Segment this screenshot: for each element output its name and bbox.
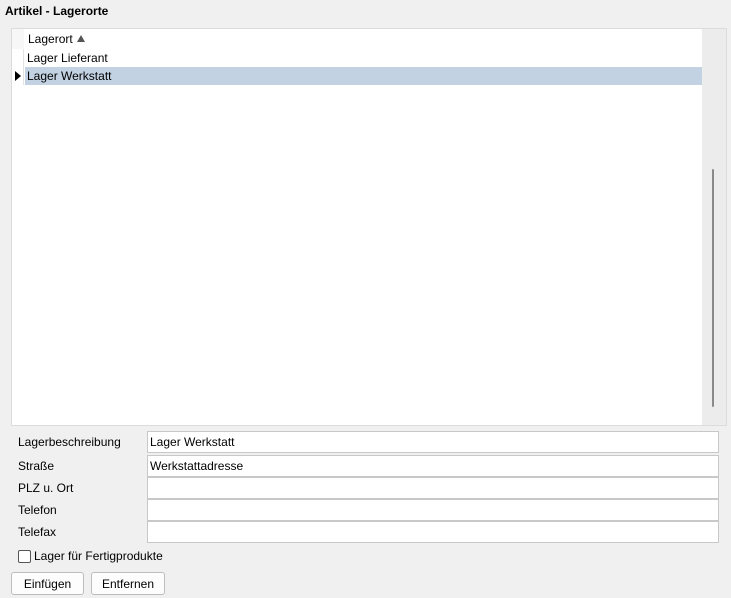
- column-header-label: Lagerort: [28, 32, 73, 46]
- telefon-input[interactable]: [147, 499, 719, 521]
- window-title: Artikel - Lagerorte: [5, 4, 109, 18]
- strasse-input[interactable]: [147, 455, 719, 477]
- table-row[interactable]: Lager Werkstatt: [12, 67, 702, 85]
- telefax-input[interactable]: [147, 521, 719, 543]
- telefon-row: Telefon: [18, 499, 719, 521]
- scrollbar-thumb[interactable]: [712, 169, 714, 407]
- plz-ort-label: PLZ u. Ort: [18, 481, 74, 495]
- strasse-label: Straße: [18, 459, 55, 473]
- row-cell-lagerort[interactable]: Lager Lieferant: [25, 49, 702, 67]
- telefon-label: Telefon: [18, 503, 57, 517]
- row-indicator[interactable]: [12, 67, 24, 85]
- lagerorte-grid[interactable]: Lagerort Lager Lieferant Lager Werkstatt: [11, 28, 727, 426]
- row-indicator[interactable]: [12, 49, 24, 67]
- entfernen-button[interactable]: Entfernen: [91, 572, 165, 595]
- column-header-lagerort[interactable]: Lagerort: [25, 29, 702, 49]
- vertical-scrollbar[interactable]: [702, 29, 726, 425]
- lagerbeschreibung-input[interactable]: [147, 431, 719, 453]
- current-row-arrow-icon: [14, 71, 21, 81]
- table-row[interactable]: Lager Lieferant: [12, 49, 702, 67]
- row-indicator-header: [12, 29, 24, 49]
- row-cell-lagerort[interactable]: Lager Werkstatt: [25, 67, 702, 85]
- einfuegen-button[interactable]: Einfügen: [11, 572, 84, 595]
- grid-header: Lagerort: [12, 29, 702, 49]
- strasse-row: Straße: [18, 455, 719, 477]
- telefax-label: Telefax: [18, 525, 57, 539]
- lagerbeschreibung-label: Lagerbeschreibung: [18, 435, 121, 449]
- plz-ort-input[interactable]: [147, 477, 719, 499]
- fertigprodukte-checkbox-row[interactable]: Lager für Fertigprodukte: [18, 548, 163, 564]
- sort-ascending-icon: [76, 34, 85, 42]
- lagerbeschreibung-row: Lagerbeschreibung: [18, 431, 719, 453]
- fertigprodukte-label[interactable]: Lager für Fertigprodukte: [34, 549, 163, 563]
- telefax-row: Telefax: [18, 521, 719, 543]
- plz-ort-row: PLZ u. Ort: [18, 477, 719, 499]
- fertigprodukte-checkbox[interactable]: [18, 549, 31, 563]
